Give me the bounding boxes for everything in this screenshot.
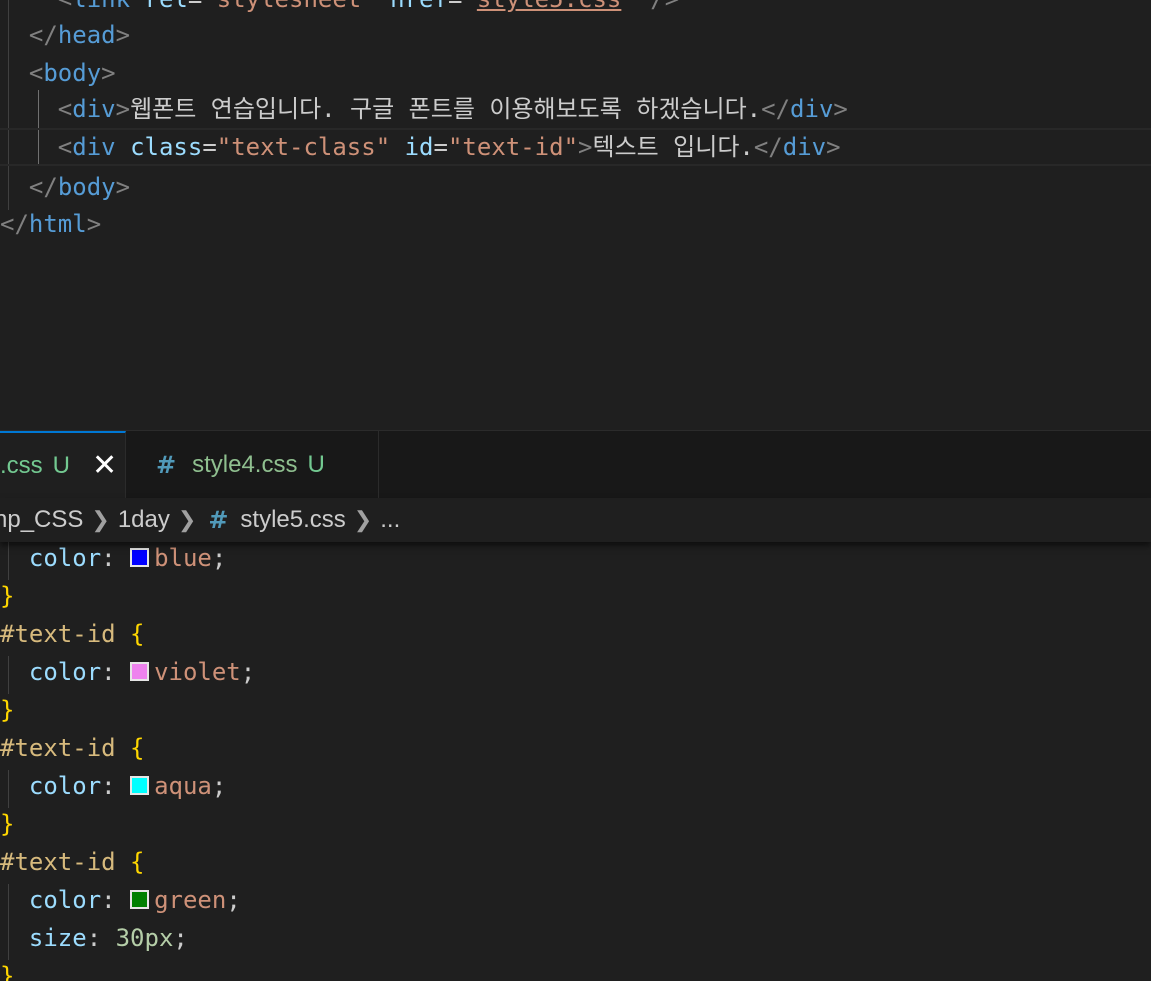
code-line-body-open[interactable]: <body> [0,54,1151,92]
tag-name: div [72,133,116,161]
tab-label: style4.css [192,450,298,478]
code-line-div1[interactable]: <div>웹폰트 연습입니다. 구글 폰트를 이용해보도록 하겠습니다.</di… [0,90,1151,128]
css-selector: #text-id [0,848,116,876]
attr-name: class [130,133,203,161]
css-property: color [28,544,102,572]
css-property: size [28,924,87,952]
css-declaration[interactable]: color: blue; [0,542,1151,577]
code-line-head-close[interactable]: </head> [0,16,1151,54]
css-value: green [154,886,227,914]
code-line-div2-current[interactable]: <div class="text-class" id="text-id">텍스트… [0,128,1151,166]
attr-name: href [390,0,448,13]
breadcrumb-folder[interactable]: np_CSS [0,506,83,534]
css-file-icon: # [208,506,229,534]
code-line-body-close[interactable]: </body> [0,168,1151,206]
untracked-badge: U [307,450,325,478]
color-swatch[interactable] [130,890,150,909]
css-property: color [28,772,102,800]
div-text: 텍스트 입니다. [592,133,754,161]
css-rule-open[interactable]: #text-id { [0,615,1151,653]
css-rule-open[interactable]: #text-id { [0,729,1151,767]
css-declaration[interactable]: color: aqua; [0,767,1151,805]
css-editor-pane[interactable]: color: blue; } #text-id { color: violet;… [0,542,1151,981]
attr-value: "stylesheet" [202,0,375,13]
css-value: aqua [154,772,212,800]
css-selector: #text-id [0,734,116,762]
css-declaration[interactable]: size: 30px; [0,919,1151,957]
code-line-html-close[interactable]: </html> [0,205,1151,243]
css-rule-close[interactable]: } [0,577,1151,615]
tag-name: body [43,59,102,87]
css-declaration[interactable]: color: violet; [0,653,1151,691]
div-text: 웹폰트 연습입니다. 구글 폰트를 이용해보도록 하겠습니다. [130,95,762,123]
tag-name: div [790,95,834,123]
css-rule-close[interactable]: } [0,957,1151,981]
css-rule-close[interactable]: } [0,691,1151,729]
chevron-right-icon: ❯ [177,507,197,532]
attr-value: "text-id" [447,133,579,161]
attr-name: id [404,133,434,161]
breadcrumb-folder-1day[interactable]: 1day [118,506,170,534]
css-rule-close[interactable]: } [0,805,1151,843]
tab-label: .css [0,451,43,479]
css-value: violet [154,658,241,686]
css-rule-open[interactable]: #text-id { [0,843,1151,881]
css-declaration[interactable]: color: green; [0,881,1151,919]
breadcrumb-more[interactable]: ... [380,506,400,534]
tab-style4-css[interactable]: # style4.css U [126,431,379,498]
css-property: color [28,886,102,914]
color-swatch[interactable] [130,776,150,795]
tag-name: html [28,210,87,238]
color-swatch[interactable] [130,662,150,681]
color-swatch[interactable] [130,548,150,567]
tag-name: div [72,95,116,123]
attr-value: "text-class" [216,133,391,161]
tag-name: head [57,21,116,49]
stylesheet-link[interactable]: style5.css [477,0,622,13]
chevron-right-icon: ❯ [91,507,110,532]
css-file-icon: # [156,450,177,479]
css-value: blue [154,544,212,572]
close-icon[interactable]: ✕ [92,450,117,481]
css-value: 30px [115,924,174,952]
html-editor-pane[interactable]: <link rel="stylesheet" href="style5.css"… [0,0,1151,430]
css-selector: #text-id [0,620,116,648]
tag-name: div [782,133,827,161]
tab-style5-css[interactable]: .css U ✕ [0,431,126,498]
css-property: color [28,658,102,686]
breadcrumb: np_CSS ❯ 1day ❯ # style5.css ❯ ... [0,498,1151,542]
tag-name: link [72,0,130,13]
attr-name: rel [145,0,188,13]
tag-name: body [57,173,116,201]
tag-close: /> [650,0,679,13]
editor-tab-bar: .css U ✕ # style4.css U [0,430,1151,498]
chevron-right-icon: ❯ [353,507,373,532]
untracked-badge: U [52,451,71,479]
breadcrumb-file[interactable]: style5.css [240,506,345,534]
